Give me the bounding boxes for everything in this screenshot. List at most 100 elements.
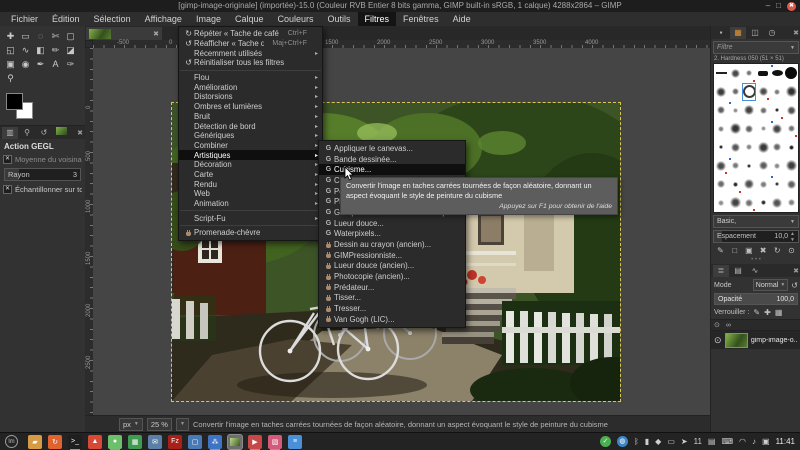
unit-dropdown[interactable]: px ▼	[119, 418, 143, 431]
filters-menu-item-amelioration[interactable]: Amélioration▸	[179, 82, 322, 92]
maximize-button[interactable]: □	[776, 0, 781, 12]
taskbar-app-update-manager[interactable]: ↻	[48, 435, 62, 449]
delete-brush-button[interactable]: ✖	[758, 245, 769, 256]
filters-menu-item-repeter-tache-de-cafe[interactable]: ↻Répéter « Tache de café »Ctrl+F	[179, 29, 322, 39]
canvas-image-tab[interactable]: ✖	[86, 27, 162, 40]
volume-icon[interactable]: ♪	[752, 435, 756, 449]
smudge-tool[interactable]: ◉	[18, 57, 33, 71]
brush-cell[interactable]	[742, 101, 756, 120]
crop-tool[interactable]: ▢	[63, 29, 78, 43]
new-brush-button[interactable]: □	[729, 245, 740, 256]
brush-cell[interactable]	[770, 175, 784, 194]
filters-menu-item-recemment-utilises[interactable]: Récemment utilisés▸	[179, 48, 322, 58]
brush-cell[interactable]	[728, 64, 742, 83]
gradient-tool[interactable]: ◧	[33, 43, 48, 57]
brush-cell[interactable]	[756, 64, 770, 83]
taskbar-app-messenger[interactable]: ●	[108, 435, 122, 449]
usb-device-icon[interactable]: ▭	[667, 435, 675, 449]
brush-cell[interactable]	[756, 83, 770, 102]
ink-tool[interactable]: ✑	[63, 57, 78, 71]
zoom-dropdown[interactable]: 25 %	[147, 418, 172, 431]
scissors-select-tool[interactable]: ✄	[48, 29, 63, 43]
brush-cell[interactable]	[728, 101, 742, 120]
artistic-menu-item-tisser[interactable]: Tisser...	[319, 293, 465, 304]
brush-cell[interactable]	[784, 175, 798, 194]
color-swatches[interactable]	[6, 93, 40, 121]
brush-cell[interactable]	[714, 64, 728, 83]
brush-cell[interactable]	[784, 157, 798, 176]
move-tool[interactable]: ✚	[3, 29, 18, 43]
text-tool[interactable]: A	[48, 57, 63, 71]
brush-cell[interactable]	[714, 120, 728, 139]
filters-menu-item-animation[interactable]: Animation▸	[179, 199, 322, 209]
close-button[interactable]: ✖	[787, 2, 796, 11]
filters-menu-item-artistiques[interactable]: Artistiques▸	[179, 150, 322, 160]
printer-icon[interactable]: ▤	[708, 435, 716, 449]
filters-menu-item-bruit[interactable]: Bruit▸	[179, 112, 322, 122]
network-globe-icon[interactable]: ◍	[617, 436, 628, 447]
brush-cell[interactable]	[756, 194, 770, 213]
brush-cell[interactable]	[742, 175, 756, 194]
artistic-menu-item-lueur-douce[interactable]: GLueur douce...	[319, 218, 465, 229]
tab-tool-options[interactable]: ▥	[2, 127, 18, 139]
taskbar-app-media-player[interactable]: ▶	[248, 435, 262, 449]
dock-close-icon[interactable]: ✖	[793, 267, 799, 275]
canvas-tab-close-icon[interactable]: ✖	[153, 30, 159, 38]
brush-grid[interactable]	[713, 63, 799, 213]
menubar-item-edition[interactable]: Édition	[45, 12, 87, 26]
brush-cell[interactable]	[714, 175, 728, 194]
artistic-menu-item-photocopie-ancien[interactable]: Photocopie (ancien)...	[319, 271, 465, 282]
taskbar-clock[interactable]: 11:41	[776, 437, 795, 446]
taskbar-app-documents[interactable]: ≡	[288, 435, 302, 449]
tab-gradients[interactable]: ◫	[747, 27, 763, 39]
rectangle-select-tool[interactable]: ▭	[18, 29, 33, 43]
brush-cell[interactable]	[714, 83, 728, 102]
filters-menu-item-script-fu[interactable]: Script-Fu▸	[179, 213, 322, 223]
brush-cell[interactable]	[784, 101, 798, 120]
dock-close-icon[interactable]: ✖	[77, 129, 83, 137]
tab-image-thumbnail[interactable]	[53, 127, 69, 139]
menubar-item-filtres[interactable]: Filtres	[358, 12, 397, 26]
brush-cell[interactable]	[770, 194, 784, 213]
menubar-item-calque[interactable]: Calque	[228, 12, 271, 26]
brush-cell[interactable]	[784, 83, 798, 102]
filters-menu-item-decoration[interactable]: Décoration▸	[179, 160, 322, 170]
brush-cell[interactable]	[756, 157, 770, 176]
brush-cell[interactable]	[770, 83, 784, 102]
brush-cell[interactable]	[756, 138, 770, 157]
artistic-menu-item-appliquer-le-canevas[interactable]: GAppliquer le canevas...	[319, 143, 465, 154]
filters-menu-item-promenade-chevre[interactable]: Promenade-chèvre	[179, 228, 322, 238]
brush-cell[interactable]	[714, 138, 728, 157]
spacing-slider[interactable]: Espacement 10,0 ▲▼	[713, 230, 799, 243]
dock-close-icon[interactable]: ✖	[793, 29, 799, 37]
filters-menu-item-web[interactable]: Web▸	[179, 189, 322, 199]
clone-tool[interactable]: ▣	[3, 57, 18, 71]
brush-cell[interactable]	[784, 64, 798, 83]
menubar-item-aide[interactable]: Aide	[446, 12, 478, 26]
filters-menu-item-reinitialiser-tous-les-filtres[interactable]: ↺Réinitialiser tous les filtres	[179, 58, 322, 68]
brush-cell[interactable]	[728, 83, 742, 102]
taskbar-app-mail-client[interactable]: ✉	[148, 435, 162, 449]
wifi-icon[interactable]: ◠	[739, 435, 746, 449]
layer-visibility-icon[interactable]: ⊙	[714, 335, 722, 346]
menubar-item-selection[interactable]: Sélection	[87, 12, 138, 26]
open-brush-button[interactable]: ⊙	[786, 245, 797, 256]
brush-cell[interactable]	[756, 120, 770, 139]
tab-brushes[interactable]: ▪	[713, 27, 729, 39]
pencil-tool[interactable]: ✏	[48, 43, 63, 57]
radius-slider[interactable]: Rayon 3	[4, 168, 81, 181]
brush-cell[interactable]	[770, 101, 784, 120]
artistic-menu-item-van-gogh-lic[interactable]: Van Gogh (LIC)...	[319, 314, 465, 325]
brush-cell[interactable]	[742, 120, 756, 139]
filters-menu-item-ombres-et-lumieres[interactable]: Ombres et lumières▸	[179, 102, 322, 112]
taskbar-app-gimp[interactable]	[228, 435, 242, 449]
brush-cell[interactable]	[784, 194, 798, 213]
menubar-item-image[interactable]: Image	[189, 12, 228, 26]
warp-tool[interactable]: ∿	[18, 43, 33, 57]
brush-cell[interactable]	[770, 120, 784, 139]
pointer-icon[interactable]: ➤	[681, 435, 688, 449]
brush-cell[interactable]	[770, 138, 784, 157]
lock-pixels-icon[interactable]: ✎	[753, 308, 760, 317]
artistic-menu-item-predateur[interactable]: Prédateur...	[319, 282, 465, 293]
filters-menu-item-flou[interactable]: Flou▸	[179, 73, 322, 83]
